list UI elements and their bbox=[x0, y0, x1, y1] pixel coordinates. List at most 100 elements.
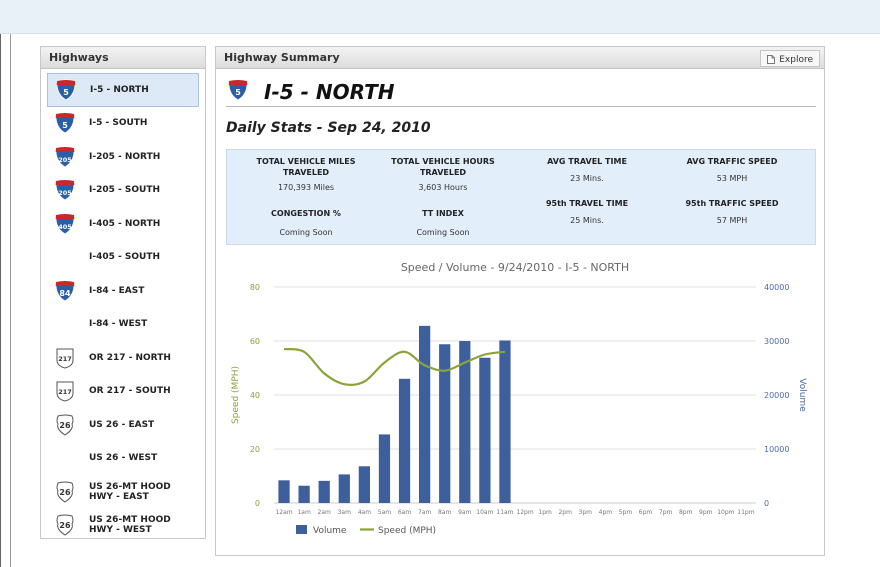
stat-tt-index: TT INDEX Coming Soon bbox=[382, 208, 504, 237]
highway-item[interactable]: 217 OR 217 - SOUTH bbox=[47, 375, 199, 409]
interstate-shield-icon: 84 bbox=[53, 279, 77, 303]
highway-item[interactable]: 5 I-5 - SOUTH bbox=[47, 107, 199, 141]
highway-item-label: I-405 - NORTH bbox=[89, 218, 161, 229]
stat-vht: TOTAL VEHICLE HOURS TRAVELED 3,603 Hours bbox=[382, 156, 504, 192]
x-tick-label: 12pm bbox=[516, 509, 533, 516]
right-tick-label: 20000 bbox=[764, 391, 789, 400]
volume-bar bbox=[419, 325, 431, 503]
highway-item[interactable]: 26 US 26-MT HOOD HWY - WEST bbox=[47, 509, 199, 543]
right-axis-label: Volume bbox=[797, 378, 807, 412]
stat-p95tt-value: 25 Mins. bbox=[570, 216, 604, 225]
stat-avg-traffic-speed: AVG TRAFFIC SPEED 53 MPH bbox=[667, 156, 797, 183]
x-tick-label: 8am bbox=[438, 509, 451, 516]
stat-tti-value: Coming Soon bbox=[416, 228, 470, 237]
highway-item-label: I-5 - SOUTH bbox=[89, 118, 148, 129]
x-tick-label: 7pm bbox=[659, 509, 673, 516]
highway-title: I-5 - NORTH bbox=[264, 79, 395, 104]
interstate-shield-icon: 205 bbox=[53, 145, 77, 169]
x-tick-label: 5pm bbox=[619, 509, 633, 516]
stat-95th-travel-time: 95th TRAVEL TIME 25 Mins. bbox=[532, 198, 642, 225]
x-tick-label: 6pm bbox=[639, 509, 653, 516]
svg-text:205: 205 bbox=[58, 156, 72, 164]
volume-bar bbox=[358, 466, 370, 503]
highway-item[interactable]: 405 I-405 - NORTH bbox=[47, 207, 199, 241]
x-tick-label: 3pm bbox=[579, 509, 593, 516]
highway-item-label: US 26 - EAST bbox=[89, 419, 155, 430]
highway-item[interactable]: 205 I-205 - SOUTH bbox=[47, 174, 199, 208]
chart-title: Speed / Volume - 9/24/2010 - I-5 - NORTH bbox=[401, 261, 629, 274]
svg-text:217: 217 bbox=[58, 388, 72, 396]
highway-item-label: US 26 - WEST bbox=[89, 453, 158, 464]
us-route-shield-icon: 26 bbox=[53, 413, 77, 437]
highway-item[interactable]: I-405 - SOUTH bbox=[47, 241, 199, 275]
interstate-shield-icon: 5 bbox=[226, 78, 250, 106]
volume-bar bbox=[398, 378, 411, 503]
volume-bar bbox=[278, 480, 290, 503]
daily-stats-box: TOTAL VEHICLE MILES TRAVELED 170,393 Mil… bbox=[226, 149, 816, 245]
svg-text:5: 5 bbox=[63, 88, 69, 97]
stat-vht-value: 3,603 Hours bbox=[418, 183, 468, 192]
explore-button[interactable]: Explore bbox=[760, 50, 820, 67]
speed-volume-chart: Speed / Volume - 9/24/2010 - I-5 - NORTH… bbox=[226, 253, 816, 553]
highway-summary-panel: Highway Summary Explore 5 I-5 - NORTH Da… bbox=[215, 46, 825, 556]
state-route-shield-icon: 217 bbox=[53, 346, 77, 370]
highway-item-label: I-84 - WEST bbox=[89, 319, 148, 330]
stat-p95ts-value: 57 MPH bbox=[716, 216, 748, 225]
divider bbox=[10, 34, 11, 567]
interstate-shield-icon: 405 bbox=[53, 212, 77, 236]
x-tick-label: 9am bbox=[458, 509, 471, 516]
highways-list: 5 I-5 - NORTH 5 I-5 - SOUTH 205 I-205 - NORTH… bbox=[41, 69, 205, 546]
volume-bar bbox=[318, 480, 330, 503]
stat-ats-label: AVG TRAFFIC SPEED bbox=[686, 157, 778, 166]
highway-item-label: I-405 - SOUTH bbox=[89, 252, 160, 263]
interstate-shield-icon: 5 bbox=[54, 78, 78, 102]
highway-item[interactable]: US 26 - WEST bbox=[47, 442, 199, 476]
summary-panel-title: Highway Summary bbox=[216, 47, 824, 69]
legend-volume-label: Volume bbox=[313, 526, 347, 536]
highway-item[interactable]: 84 I-84 - EAST bbox=[47, 274, 199, 308]
left-tick-label: 60 bbox=[250, 337, 260, 346]
stat-att-value: 23 Mins. bbox=[570, 174, 604, 183]
daily-stats-title: Daily Stats - Sep 24, 2010 bbox=[226, 120, 431, 136]
highway-item-label: US 26-MT HOOD HWY - WEST bbox=[89, 515, 171, 536]
svg-text:26: 26 bbox=[59, 488, 71, 497]
x-tick-label: 3am bbox=[338, 509, 351, 516]
volume-bar bbox=[378, 434, 391, 503]
left-axis-label: Speed (MPH) bbox=[231, 366, 241, 424]
document-icon bbox=[767, 55, 776, 64]
highway-item-label: US 26-MT HOOD HWY - EAST bbox=[89, 481, 171, 502]
stat-vmt-label: TOTAL VEHICLE MILES bbox=[256, 157, 356, 166]
stat-congestion: CONGESTION % Coming Soon bbox=[245, 208, 367, 237]
stat-avg-travel-time: AVG TRAVEL TIME 23 Mins. bbox=[532, 156, 642, 183]
left-tick-label: 20 bbox=[250, 445, 260, 454]
legend-volume-swatch bbox=[296, 525, 307, 534]
highway-title-row: 5 I-5 - NORTH bbox=[226, 77, 816, 107]
highway-item-label: OR 217 - SOUTH bbox=[89, 386, 171, 397]
left-tick-label: 40 bbox=[250, 391, 260, 400]
highway-item[interactable]: 26 US 26-MT HOOD HWY - EAST bbox=[47, 475, 199, 509]
x-tick-label: 10pm bbox=[717, 509, 734, 516]
state-route-shield-icon: 217 bbox=[53, 379, 77, 403]
svg-text:26: 26 bbox=[59, 421, 71, 430]
svg-text:5: 5 bbox=[62, 121, 68, 130]
svg-text:84: 84 bbox=[59, 289, 71, 298]
highway-item[interactable]: 5 I-5 - NORTH bbox=[47, 73, 199, 107]
us-route-shield-icon: 26 bbox=[53, 480, 77, 504]
interstate-shield-icon: 205 bbox=[53, 178, 77, 202]
x-tick-label: 8pm bbox=[679, 509, 693, 516]
x-tick-label: 2am bbox=[318, 509, 331, 516]
stat-vmt: TOTAL VEHICLE MILES TRAVELED 170,393 Mil… bbox=[245, 156, 367, 192]
left-tick-label: 80 bbox=[250, 283, 260, 292]
highway-item[interactable]: 217 OR 217 - NORTH bbox=[47, 341, 199, 375]
x-tick-label: 2pm bbox=[558, 509, 572, 516]
x-tick-label: 1am bbox=[297, 509, 310, 516]
highway-item[interactable]: 26 US 26 - EAST bbox=[47, 408, 199, 442]
chart-legend: Volume Speed (MPH) bbox=[296, 525, 436, 536]
right-tick-label: 0 bbox=[764, 499, 769, 508]
x-tick-label: 1pm bbox=[538, 509, 552, 516]
svg-text:26: 26 bbox=[59, 521, 71, 530]
highway-item[interactable]: I-84 - WEST bbox=[47, 308, 199, 342]
highway-item[interactable]: 205 I-205 - NORTH bbox=[47, 140, 199, 174]
stat-tti-label: TT INDEX bbox=[422, 209, 464, 218]
stat-congestion-label: CONGESTION % bbox=[271, 209, 341, 218]
